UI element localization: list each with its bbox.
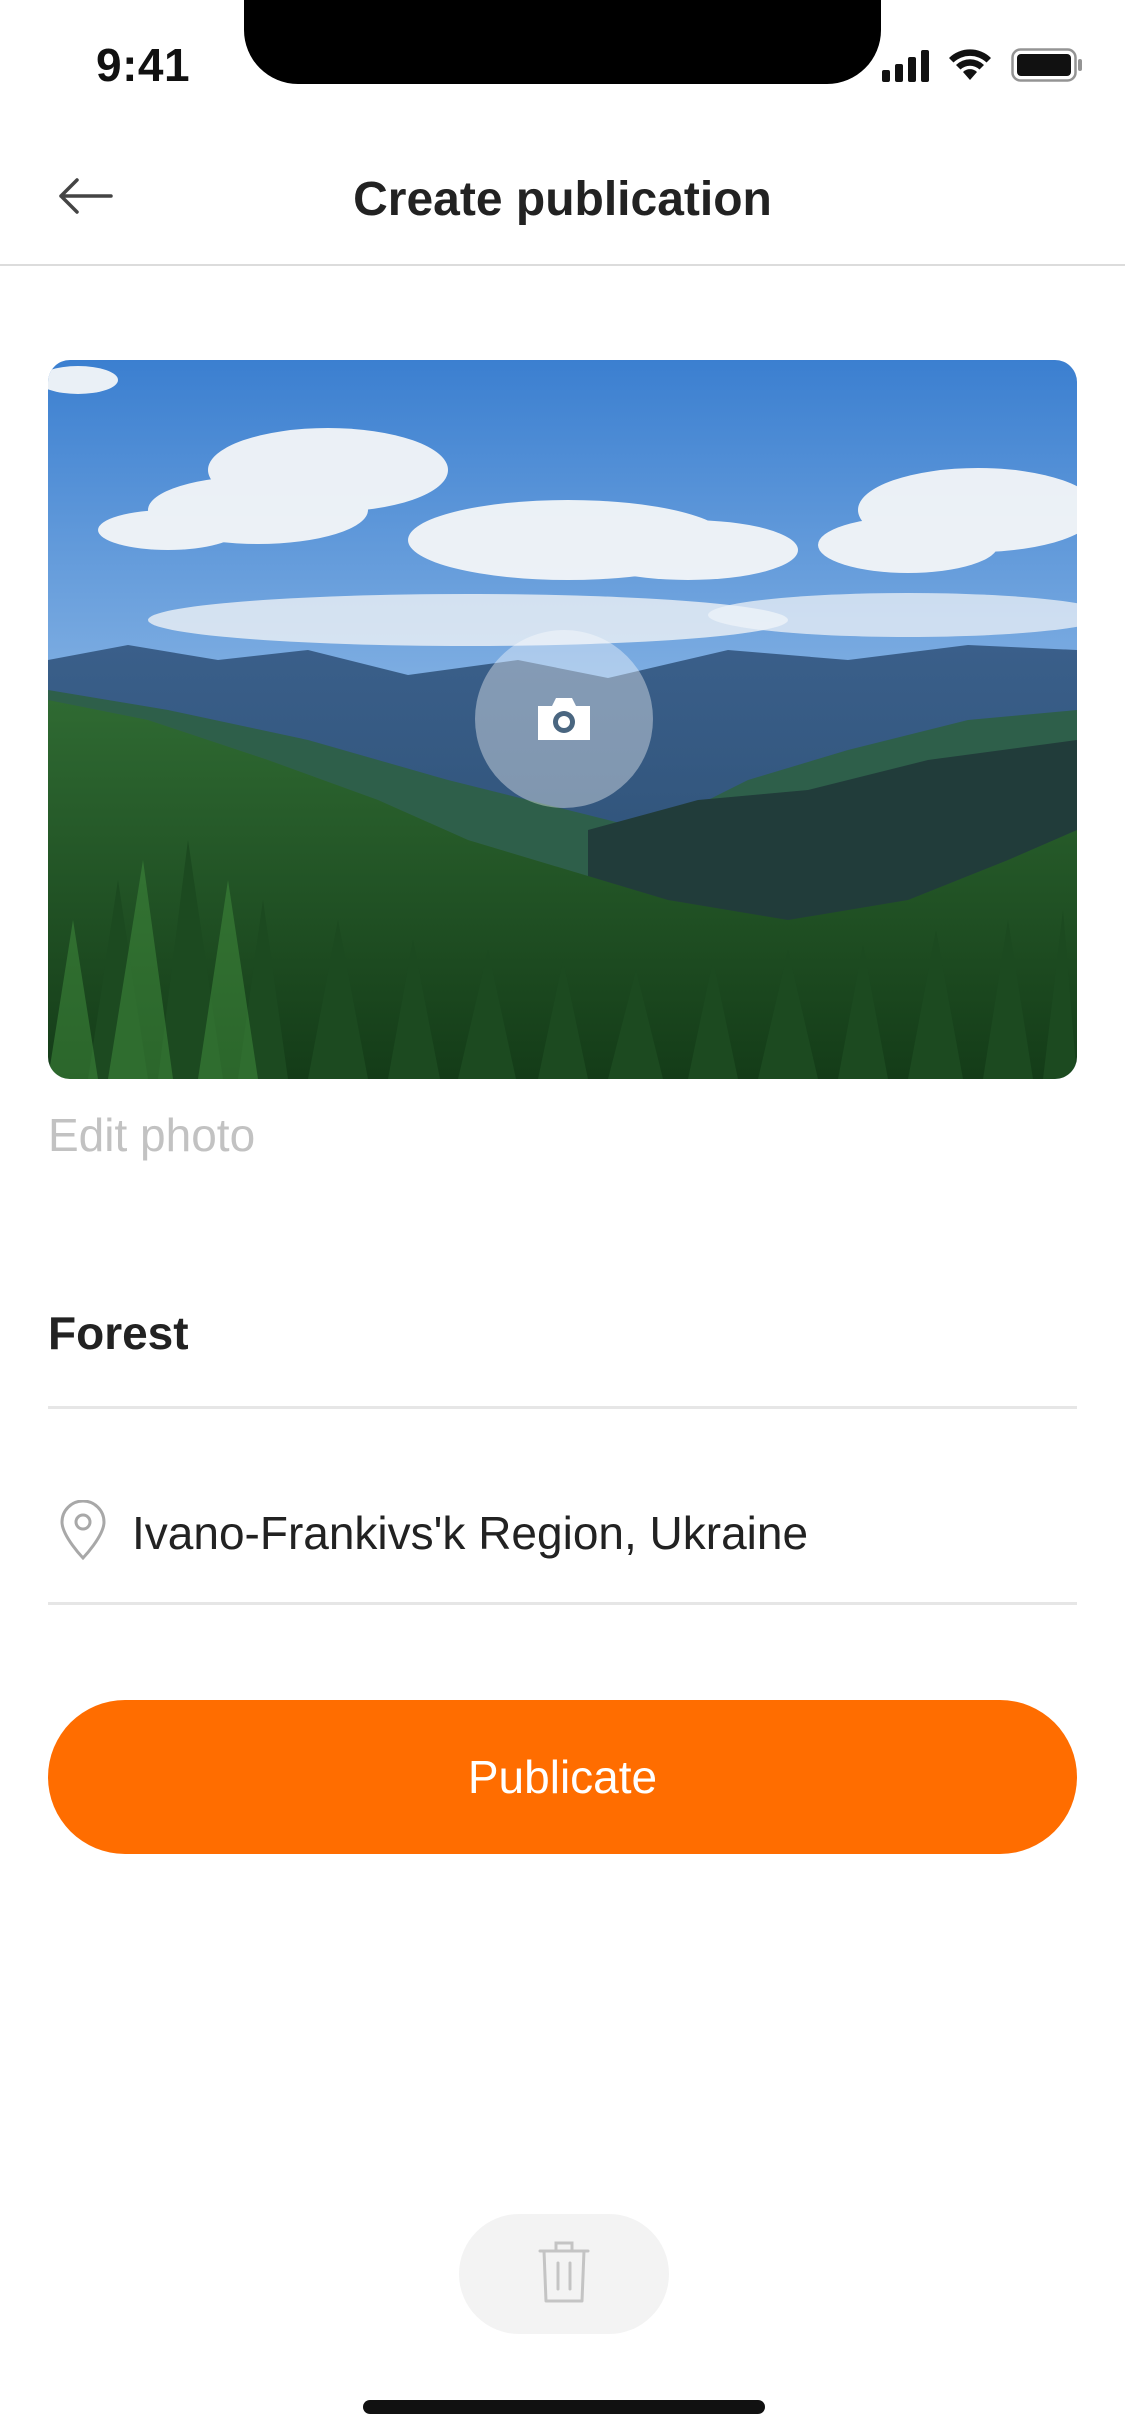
status-bar: 9:41 (0, 0, 1125, 132)
home-indicator (363, 2400, 765, 2414)
edit-photo-link[interactable]: Edit photo (48, 1108, 255, 1162)
change-photo-button[interactable] (475, 630, 653, 808)
status-time: 9:41 (96, 39, 191, 91)
signal-icon (882, 48, 929, 82)
camera-icon (534, 694, 594, 744)
location-value: Ivano-Frankivs'k Region, Ukraine (132, 1507, 809, 1559)
device-notch (244, 0, 881, 84)
location-pin-icon (56, 1499, 110, 1567)
title-field[interactable]: Forest (48, 1290, 1077, 1409)
wifi-icon (947, 48, 993, 82)
page-title: Create publication (353, 173, 772, 226)
location-field[interactable]: Ivano-Frankivs'k Region, Ukraine (48, 1490, 1077, 1605)
publicate-button[interactable]: Publicate (48, 1700, 1077, 1854)
status-icons (882, 48, 1083, 82)
delete-button[interactable] (459, 2214, 669, 2334)
trash-icon (536, 2239, 592, 2310)
title-value: Forest (48, 1307, 189, 1359)
header-bar: Create publication (0, 132, 1125, 266)
battery-icon (1011, 48, 1083, 82)
publication-photo[interactable] (48, 360, 1077, 1079)
